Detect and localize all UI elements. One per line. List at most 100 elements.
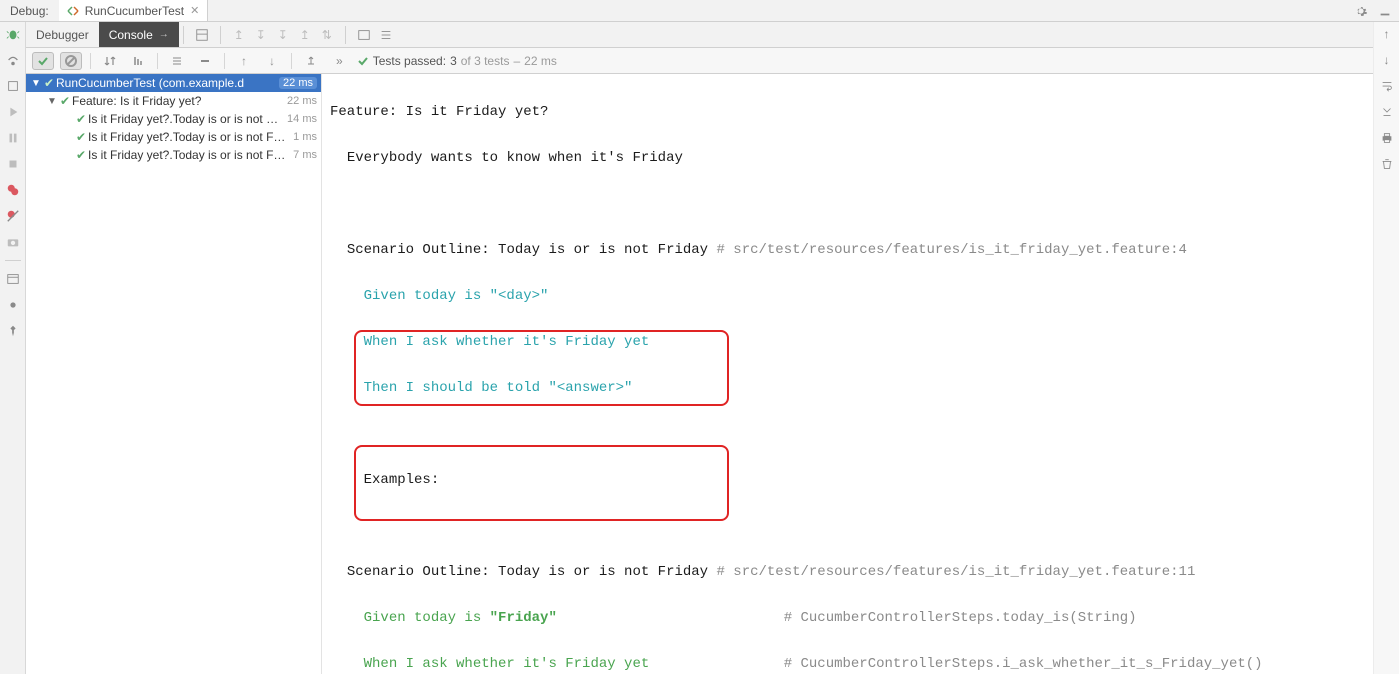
sort-icon[interactable]	[99, 52, 121, 70]
pin-icon[interactable]	[5, 323, 21, 339]
down-icon[interactable]: ↧	[253, 27, 269, 43]
up-arrow-icon[interactable]: ↑	[1379, 26, 1395, 42]
tree-test-name: Is it Friday yet?.Today is or is not Fri…	[88, 148, 289, 162]
close-icon[interactable]: ✕	[190, 4, 199, 17]
tree-test[interactable]: ✔ Is it Friday yet?.Today is or is not F…	[26, 146, 321, 164]
gear-icon[interactable]	[5, 297, 21, 313]
subtab-toolbar	[188, 27, 216, 43]
console-line: When I ask whether it's Friday yet # Cuc…	[330, 653, 1365, 674]
stop-icon[interactable]	[5, 156, 21, 172]
test-tree[interactable]: ▼ ✔ RunCucumberTest (com.example.d 22 ms…	[26, 74, 322, 674]
tree-root[interactable]: ▼ ✔ RunCucumberTest (com.example.d 22 ms	[26, 74, 321, 92]
show-ignored-button[interactable]	[60, 52, 82, 70]
console-line: Given today is "Friday" # CucumberContro…	[330, 607, 1365, 630]
separator	[90, 53, 91, 69]
check-icon: ✔	[58, 94, 72, 108]
chevrons-icon[interactable]: »	[328, 54, 351, 68]
tree-feature-name: Feature: Is it Friday yet?	[72, 94, 283, 108]
tests-of: of 3 tests	[461, 54, 510, 68]
step-over-icon[interactable]	[5, 52, 21, 68]
tab-console[interactable]: Console →	[99, 22, 179, 47]
runconfig-name: RunCucumberTest	[85, 4, 184, 18]
tree-root-name: RunCucumberTest (com.example.d	[56, 76, 275, 90]
tests-summary: Tests passed: 3 of 3 tests – 22 ms	[357, 54, 557, 68]
up-icon[interactable]: ↥	[231, 27, 247, 43]
subtabs: Debugger Console → ↥ ↧ ↧ ↥ ⇅	[26, 22, 1373, 48]
tree-feature-time: 22 ms	[287, 95, 317, 107]
next-icon[interactable]: ↓	[261, 52, 283, 70]
expand-all-icon[interactable]	[166, 52, 188, 70]
scroll-to-end-icon[interactable]	[1379, 104, 1395, 120]
tree-test[interactable]: ✔ Is it Friday yet?.Today is or is not F…	[26, 128, 321, 146]
evaluate-icon[interactable]	[356, 27, 372, 43]
mute-breakpoints-icon[interactable]	[5, 208, 21, 224]
chevron-down-icon: ▼	[46, 96, 58, 107]
filter-icon[interactable]: ⇅	[319, 27, 335, 43]
camera-icon[interactable]	[5, 234, 21, 250]
down2-icon[interactable]: ↧	[275, 27, 291, 43]
pause-icon[interactable]	[5, 130, 21, 146]
console-line: Examples:	[330, 469, 1365, 492]
wrap-icon[interactable]	[1379, 78, 1395, 94]
show-pass-button[interactable]	[32, 52, 54, 70]
tests-passed-prefix: Tests passed:	[373, 54, 446, 68]
tab-divider	[345, 26, 346, 44]
tab-divider	[220, 26, 221, 44]
bug-icon[interactable]	[5, 26, 21, 42]
console-line: Feature: Is it Friday yet?	[330, 101, 1365, 124]
body-split: ▼ ✔ RunCucumberTest (com.example.d 22 ms…	[26, 74, 1373, 674]
tests-duration: 22 ms	[524, 54, 557, 68]
tree-test-time: 7 ms	[293, 149, 317, 161]
chevron-down-icon: ▼	[30, 78, 42, 89]
arrow-right-icon: →	[159, 29, 169, 40]
resume-icon[interactable]	[5, 104, 21, 120]
console-line	[330, 193, 1365, 216]
prev-icon[interactable]: ↑	[233, 52, 255, 70]
tests-passed-count: 3	[450, 54, 457, 68]
tree-feature[interactable]: ▼ ✔ Feature: Is it Friday yet? 22 ms	[26, 92, 321, 110]
debug-label: Debug:	[0, 4, 59, 18]
console-line: Everybody wants to know when it's Friday	[330, 147, 1365, 170]
tree-test-name: Is it Friday yet?.Today is or is not Fri…	[88, 112, 283, 126]
frames-icon[interactable]	[194, 27, 210, 43]
up2-icon[interactable]: ↥	[297, 27, 313, 43]
tab-divider	[183, 26, 184, 44]
minimize-icon[interactable]	[1377, 3, 1393, 19]
gear-icon[interactable]	[1353, 3, 1369, 19]
threads-icon[interactable]	[378, 27, 394, 43]
main-area: Debugger Console → ↥ ↧ ↧ ↥ ⇅	[0, 22, 1399, 674]
trash-icon[interactable]	[1379, 156, 1395, 172]
check-icon: ✔	[74, 148, 88, 162]
tab-console-label: Console	[109, 28, 153, 42]
down-arrow-icon[interactable]: ↓	[1379, 52, 1395, 68]
tree-test[interactable]: ✔ Is it Friday yet?.Today is or is not F…	[26, 110, 321, 128]
tests-dash: –	[513, 54, 520, 68]
subtab-toolbar2: ↥ ↧ ↧ ↥ ⇅	[225, 27, 341, 43]
collapse-all-icon[interactable]	[194, 52, 216, 70]
separator	[157, 53, 158, 69]
arrows-icon	[67, 5, 79, 17]
sort2-icon[interactable]	[127, 52, 149, 70]
print-icon[interactable]	[1379, 130, 1395, 146]
check-icon: ✔	[74, 112, 88, 126]
test-toolbar: ↑ ↓ » Tests passed: 3 of 3 tests – 22 ms	[26, 48, 1373, 74]
breakpoint-icon[interactable]	[5, 182, 21, 198]
layout-icon[interactable]	[5, 271, 21, 287]
check-icon	[357, 55, 369, 67]
runconfig-tab[interactable]: RunCucumberTest ✕	[59, 0, 209, 21]
step-icon[interactable]	[5, 78, 21, 94]
console-line: When I ask whether it's Friday yet	[330, 331, 1365, 354]
subtab-toolbar3	[350, 27, 400, 43]
tree-root-time: 22 ms	[279, 77, 317, 89]
topbar-controls	[1353, 3, 1399, 19]
export-icon[interactable]	[300, 52, 322, 70]
gutter-divider	[5, 260, 21, 261]
separator	[224, 53, 225, 69]
debug-topbar: Debug: RunCucumberTest ✕	[0, 0, 1399, 22]
right-gutter: ↑ ↓	[1373, 22, 1399, 674]
tree-test-name: Is it Friday yet?.Today is or is not Fri…	[88, 130, 289, 144]
tab-debugger[interactable]: Debugger	[26, 22, 99, 47]
separator	[291, 53, 292, 69]
console-output[interactable]: Feature: Is it Friday yet? Everybody wan…	[322, 74, 1373, 674]
check-icon: ✔	[42, 76, 56, 90]
